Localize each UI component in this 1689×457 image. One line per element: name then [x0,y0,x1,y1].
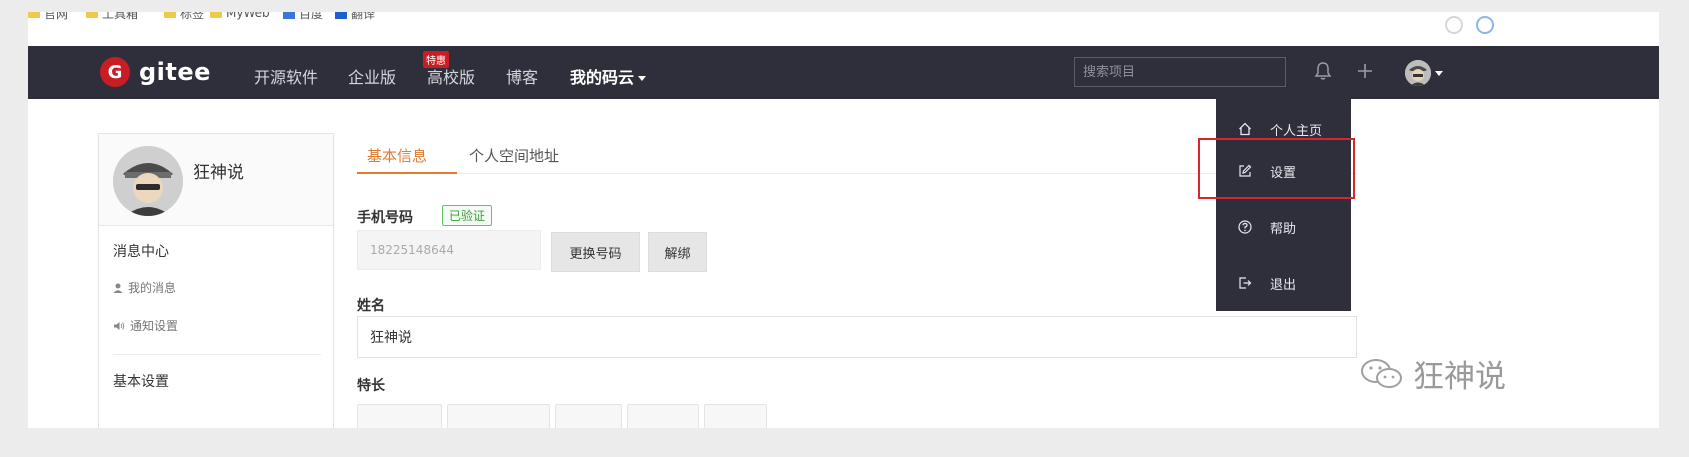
watermark-text: 狂神说 [1413,359,1506,395]
chevron-down-icon[interactable] [1435,71,1443,76]
skill-tag[interactable] [447,404,550,428]
sidebar-item-notification-settings[interactable]: 通知设置 [113,317,178,334]
web-icon [283,12,295,19]
help-icon [1238,220,1252,234]
active-tab-indicator [357,172,457,174]
menu-item-logout[interactable]: 退出 [1216,263,1351,303]
bookmark-item[interactable]: 标签 [164,12,204,21]
sidebar: 狂神说 消息中心 我的消息 通知设置 基本设置 [98,133,334,428]
avatar[interactable] [113,146,183,216]
home-icon [1238,122,1252,136]
bookmark-item[interactable]: 工具箱 [86,12,138,21]
web-icon [335,12,347,19]
skill-tag[interactable] [627,404,699,428]
chevron-down-icon [638,76,647,81]
skill-tag[interactable] [357,404,442,428]
settings-highlight-box [1198,138,1355,199]
gitee-logo[interactable]: G gitee [100,57,211,87]
skills-label: 特长 [357,378,385,394]
bookmark-item[interactable]: 官网 [28,12,68,21]
folder-icon [86,12,98,18]
nav-item-blog[interactable]: 博客 [506,64,538,88]
speaker-icon [114,321,125,330]
name-field[interactable] [357,316,1357,358]
verified-badge: 已验证 [442,205,493,226]
wechat-icon [1361,358,1402,388]
bookmark-item[interactable]: MyWeb [210,12,270,20]
skill-tag[interactable] [704,404,767,428]
tab-basic-info[interactable]: 基本信息 [367,145,427,166]
nav-item-my-gitee[interactable]: 我的码云 [570,64,647,88]
profile-header: 狂神说 [99,134,333,226]
tab-personal-space[interactable]: 个人空间地址 [469,145,559,166]
avatar-icon[interactable] [1405,60,1431,86]
nav-item-enterprise[interactable]: 企业版 [348,64,396,88]
change-number-button[interactable]: 更换号码 [551,232,640,272]
watermark: 狂神说 [1359,351,1506,396]
name-label: 姓名 [357,298,385,314]
folder-icon [210,12,222,18]
phone-field[interactable] [357,230,541,270]
section-message-center: 消息中心 [113,244,169,260]
skill-tag[interactable] [555,404,622,428]
bookmark-item[interactable]: 翻译 [335,12,375,21]
plus-icon[interactable] [1354,60,1376,82]
menu-item-help[interactable]: 帮助 [1216,207,1351,247]
sidebar-item-my-messages[interactable]: 我的消息 [113,279,176,296]
top-navbar: G gitee 开源软件 企业版 特惠 高校版 博客 我的码云 [28,46,1659,99]
profile-name[interactable]: 狂神说 [193,158,244,183]
folder-icon [28,12,40,18]
bell-icon[interactable] [1312,60,1334,82]
browser-profile-icon[interactable] [1476,16,1494,34]
nav-item-open-source[interactable]: 开源软件 [254,64,318,88]
bookmark-item[interactable]: 百度 [283,12,323,21]
logout-icon [1238,276,1252,290]
gitee-logo-text: gitee [139,58,211,86]
bookmarks-bar: 官网 工具箱 标签 MyWeb 百度 翻译 [28,12,1659,46]
folder-icon [164,12,176,18]
phone-label: 手机号码 [357,210,413,226]
user-dropdown-menu: 个人主页 设置 帮助 退出 [1216,99,1351,311]
user-icon [113,283,123,293]
section-basic-settings: 基本设置 [113,374,169,390]
search-input[interactable] [1074,57,1286,87]
browser-extension-icon[interactable] [1445,16,1463,34]
browser-viewport: 官网 工具箱 标签 MyWeb 百度 翻译 G gitee 开源软件 企业版 特… [28,12,1659,428]
gitee-logo-mark: G [100,57,130,87]
nav-item-university[interactable]: 高校版 [427,64,475,88]
unbind-button[interactable]: 解绑 [648,232,707,272]
divider [113,354,321,355]
